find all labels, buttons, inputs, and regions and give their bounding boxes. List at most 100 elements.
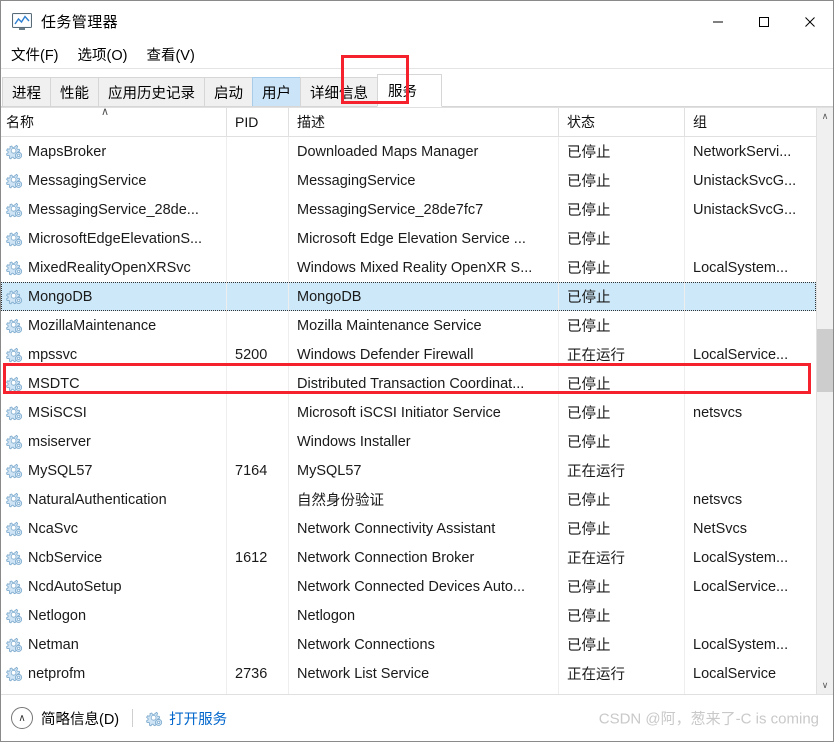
cell-description: Windows Installer bbox=[289, 427, 559, 456]
service-gear-icon bbox=[6, 578, 23, 595]
cell-description: Downloaded Maps Manager bbox=[289, 137, 559, 166]
column-header-name-label: 名称 bbox=[6, 114, 34, 130]
table-row[interactable]: mpssvc 5200 Windows Defender Firewall 正在运行 L… bbox=[1, 340, 816, 369]
maximize-button[interactable] bbox=[741, 1, 787, 42]
table-row[interactable]: NcaSvc Network Connectivity Assistant 已停止 N… bbox=[1, 514, 816, 543]
cell-status: 已停止 bbox=[559, 369, 685, 398]
menu-item-view[interactable]: 查看(V) bbox=[145, 42, 203, 68]
service-status-label: 已停止 bbox=[567, 174, 611, 190]
cell-description: Network List Service bbox=[289, 659, 559, 688]
table-row[interactable]: Netlogon Netlogon 已停止 bbox=[1, 601, 816, 630]
table-row[interactable]: NaturalAuthentication 自然身份验证 已停止 netsvcs bbox=[1, 485, 816, 514]
cell-pid: 1612 bbox=[227, 543, 289, 572]
table-row[interactable]: MongoDB MongoDB 已停止 bbox=[1, 282, 816, 311]
service-name-label: NcbService bbox=[28, 549, 103, 566]
cell-status: 正在运行 bbox=[559, 456, 685, 485]
service-gear-icon bbox=[6, 346, 23, 363]
scroll-up-arrow-icon[interactable]: ∧ bbox=[817, 108, 833, 125]
scrollbar-track[interactable] bbox=[817, 125, 833, 677]
task-manager-monitor-icon bbox=[12, 12, 32, 31]
service-name-label: MixedRealityOpenXRSvc bbox=[28, 259, 191, 276]
cell-group bbox=[685, 282, 807, 311]
table-row[interactable]: NcbService 1612 Network Connection Broker 正… bbox=[1, 543, 816, 572]
services-list: 名称 ∧ PID 描述 状态 组 MapsBroker Downloaded Ma… bbox=[1, 107, 833, 694]
service-status-label: 已停止 bbox=[567, 203, 611, 219]
tab-bar: 进程 性能 应用历史记录 启动 用户 详细信息 服务 bbox=[1, 69, 833, 107]
table-row[interactable]: msiserver Windows Installer 已停止 bbox=[1, 427, 816, 456]
table-row[interactable]: Netman Network Connections 已停止 LocalSystem.… bbox=[1, 630, 816, 659]
cell-name: Netlogon bbox=[1, 601, 227, 630]
menu-bar: 文件(F) 选项(O) 查看(V) bbox=[1, 42, 833, 69]
table-row[interactable]: MicrosoftEdgeElevationS... Microsoft Edge… bbox=[1, 224, 816, 253]
fewer-details-button[interactable]: ∧ 简略信息(D) bbox=[11, 707, 119, 729]
table-row[interactable]: netprofm 2736 Network List Service 正在运行 Loca… bbox=[1, 659, 816, 688]
service-group-label: UnistackSvcG... bbox=[693, 201, 797, 218]
table-row[interactable]: MapsBroker Downloaded Maps Manager 已停止 Netw… bbox=[1, 137, 816, 166]
cell-status: 已停止 bbox=[559, 514, 685, 543]
service-status-label: 已停止 bbox=[567, 580, 611, 596]
column-header-status[interactable]: 状态 bbox=[559, 108, 685, 136]
cell-name: MixedRealityOpenXRSvc bbox=[1, 253, 227, 282]
service-description-label: Microsoft Edge Elevation Service ... bbox=[297, 230, 526, 247]
service-name-label: Netlogon bbox=[28, 607, 87, 624]
close-button[interactable] bbox=[787, 1, 833, 42]
service-group-label: LocalSystem... bbox=[693, 549, 789, 566]
table-row[interactable]: NcdAutoSetup Network Connected Devices Au… bbox=[1, 572, 816, 601]
tab-performance[interactable]: 性能 bbox=[50, 77, 99, 107]
scroll-down-arrow-icon[interactable]: ∨ bbox=[817, 677, 833, 694]
table-row[interactable]: MessagingService MessagingService 已停止 Unist… bbox=[1, 166, 816, 195]
service-group-label: NetworkServi... bbox=[693, 143, 792, 160]
cell-pid: 7164 bbox=[227, 456, 289, 485]
tab-processes[interactable]: 进程 bbox=[2, 77, 51, 107]
service-gear-icon bbox=[6, 462, 23, 479]
tab-services[interactable]: 服务 bbox=[377, 74, 442, 107]
tab-app-history[interactable]: 应用历史记录 bbox=[98, 77, 205, 107]
vertical-scrollbar[interactable]: ∧ ∨ bbox=[816, 108, 833, 694]
table-row[interactable]: MixedRealityOpenXRSvc Windows Mixed Reali… bbox=[1, 253, 816, 282]
service-gear-icon bbox=[6, 259, 23, 276]
column-header-pid[interactable]: PID bbox=[227, 108, 289, 136]
cell-pid bbox=[227, 572, 289, 601]
table-row[interactable]: MSDTC Distributed Transaction Coordinat..… bbox=[1, 369, 816, 398]
table-row[interactable]: MessagingService_28de... MessagingService… bbox=[1, 195, 816, 224]
tab-startup[interactable]: 启动 bbox=[204, 77, 253, 107]
table-row[interactable]: MySQL57 7164 MySQL57 正在运行 bbox=[1, 456, 816, 485]
task-manager-window: 任务管理器 文件(F) 选项(O) 查看(V) 进程 性能 应用历史记录 启动 … bbox=[0, 0, 834, 742]
tab-users[interactable]: 用户 bbox=[252, 77, 301, 107]
cell-description: Network Connectivity Assistant bbox=[289, 514, 559, 543]
watermark-text: CSDN @阿，葱来了-C is coming bbox=[598, 710, 819, 728]
minimize-button[interactable] bbox=[695, 1, 741, 42]
cell-name: netprofm bbox=[1, 659, 227, 688]
cell-group: netsvcs bbox=[685, 485, 807, 514]
scrollbar-thumb[interactable] bbox=[817, 329, 833, 392]
service-gear-icon bbox=[6, 404, 23, 421]
cell-status: 正在运行 bbox=[559, 543, 685, 572]
service-name-label: NaturalAuthentication bbox=[28, 491, 167, 508]
cell-description: Network Connections bbox=[289, 630, 559, 659]
cell-status: 已停止 bbox=[559, 224, 685, 253]
service-description-label: Network Connected Devices Auto... bbox=[297, 578, 526, 595]
service-description-label: Mozilla Maintenance Service bbox=[297, 317, 482, 334]
service-description-label: Windows Defender Firewall bbox=[297, 346, 474, 363]
cell-group: LocalSystem... bbox=[685, 630, 807, 659]
open-services-link[interactable]: 打开服务 bbox=[146, 708, 227, 729]
service-description-label: Windows Installer bbox=[297, 433, 411, 450]
cell-description: Windows Defender Firewall bbox=[289, 340, 559, 369]
column-header-name[interactable]: 名称 ∧ bbox=[1, 108, 227, 136]
menu-item-options[interactable]: 选项(O) bbox=[77, 42, 137, 68]
services-list-body-area: 名称 ∧ PID 描述 状态 组 MapsBroker Downloaded Ma… bbox=[1, 108, 833, 694]
cell-group: NetworkServi... bbox=[685, 137, 807, 166]
service-rows: MapsBroker Downloaded Maps Manager 已停止 Netw… bbox=[1, 137, 816, 694]
service-group-label: NetSvcs bbox=[693, 520, 747, 537]
table-row[interactable]: MozillaMaintenance Mozilla Maintenance Se… bbox=[1, 311, 816, 340]
service-status-label: 已停止 bbox=[567, 406, 611, 422]
tab-details[interactable]: 详细信息 bbox=[300, 77, 378, 107]
column-header-group[interactable]: 组 bbox=[685, 108, 807, 136]
service-name-label: MySQL57 bbox=[28, 462, 93, 479]
service-description-label: MessagingService bbox=[297, 172, 416, 189]
menu-item-file[interactable]: 文件(F) bbox=[10, 42, 68, 68]
table-row[interactable]: MSiSCSI Microsoft iSCSI Initiator Service… bbox=[1, 398, 816, 427]
service-gear-icon bbox=[6, 143, 23, 160]
cell-description: Network Connected Devices Auto... bbox=[289, 572, 559, 601]
column-header-description[interactable]: 描述 bbox=[289, 108, 559, 136]
